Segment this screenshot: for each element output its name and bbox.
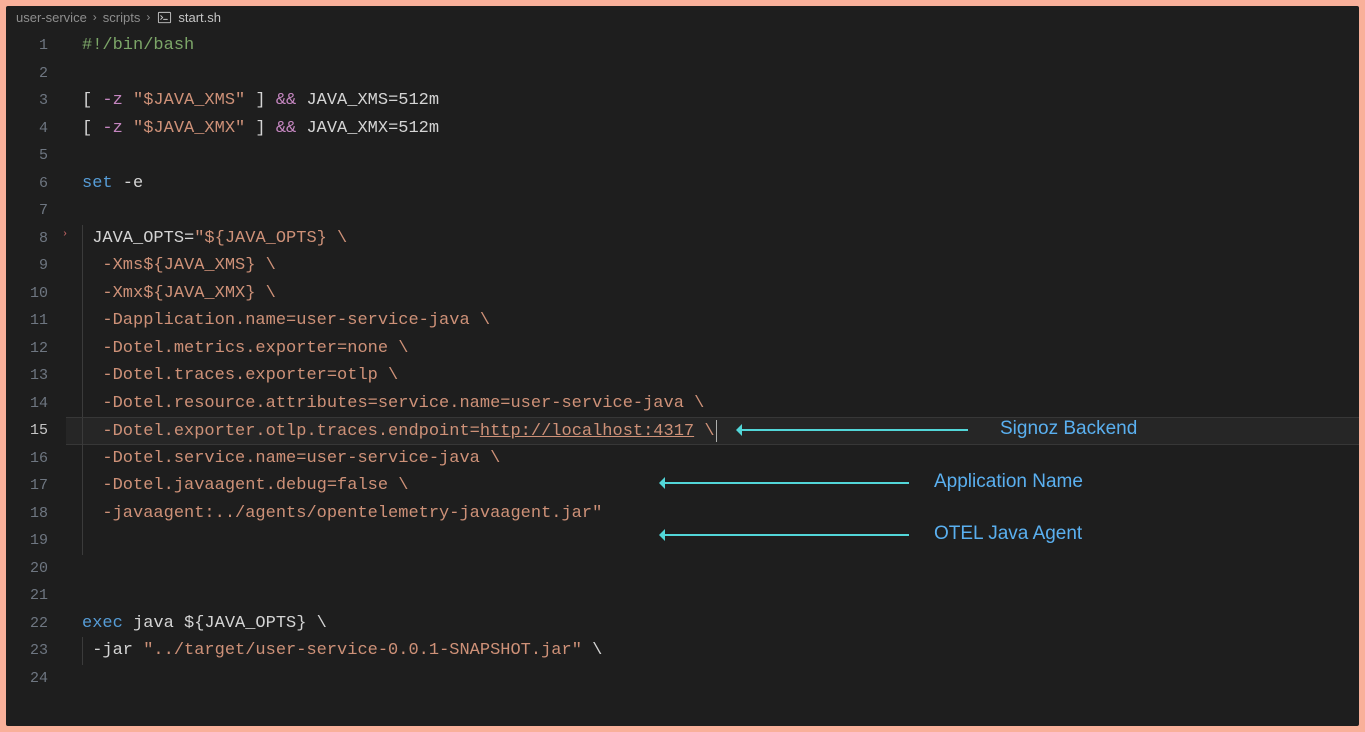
code-line[interactable]: -jar "../target/user-service-0.0.1-SNAPS…: [82, 637, 1359, 665]
code-token: -jar: [92, 641, 143, 660]
chevron-right-icon: ›: [146, 10, 150, 24]
code-line[interactable]: JAVA_OPTS="${JAVA_OPTS} \: [82, 225, 1359, 253]
line-number: 17: [6, 472, 48, 500]
breadcrumb-segment[interactable]: user-service: [16, 10, 87, 25]
line-number: 9: [6, 252, 48, 280]
code-token: ]: [245, 119, 276, 138]
code-token: -Dapplication.name=user-service-java \: [102, 311, 490, 330]
code-token: &&: [276, 91, 296, 110]
line-number: 22: [6, 610, 48, 638]
line-number: 24: [6, 665, 48, 693]
line-number: 15: [6, 417, 48, 445]
code-line[interactable]: -Dotel.traces.exporter=otlp \: [82, 362, 1359, 390]
code-line[interactable]: -Dapplication.name=user-service-java \: [82, 307, 1359, 335]
code-line[interactable]: [ -z "$JAVA_XMS" ] && JAVA_XMS=512m: [82, 87, 1359, 115]
code-line[interactable]: [82, 582, 1359, 610]
code-token: &&: [276, 119, 296, 138]
line-number: 7: [6, 197, 48, 225]
code-token: -Dotel.service.name=user-service-java \: [102, 449, 500, 468]
code-token: ]: [245, 91, 276, 110]
code-line[interactable]: #!/bin/bash: [82, 32, 1359, 60]
line-number: 5: [6, 142, 48, 170]
code-token: \: [694, 422, 714, 441]
code-token: JAVA_XMS=512m: [296, 91, 439, 110]
line-number: 11: [6, 307, 48, 335]
code-token: JAVA_XMX=512m: [296, 119, 439, 138]
code-area[interactable]: #!/bin/bash [ -z "$JAVA_XMS" ] && JAVA_XM…: [66, 28, 1359, 726]
code-line[interactable]: -Xms${JAVA_XMS} \: [82, 252, 1359, 280]
code-token: -z: [102, 119, 122, 138]
code-line[interactable]: [ -z "$JAVA_XMX" ] && JAVA_XMX=512m: [82, 115, 1359, 143]
code-line[interactable]: -Dotel.exporter.otlp.traces.endpoint=htt…: [66, 417, 1359, 445]
code-token: -Xmx${JAVA_XMX} \: [102, 284, 275, 303]
code-token: #!/bin/bash: [82, 36, 194, 55]
line-number: 12: [6, 335, 48, 363]
code-line[interactable]: -Dotel.metrics.exporter=none \: [82, 335, 1359, 363]
code-line[interactable]: set -e: [82, 170, 1359, 198]
code-line[interactable]: [82, 197, 1359, 225]
line-number: 19: [6, 527, 48, 555]
line-number: 18: [6, 500, 48, 528]
line-number: 20: [6, 555, 48, 583]
code-token: -Dotel.exporter.otlp.traces.endpoint=: [102, 422, 479, 441]
code-token: http://localhost:4317: [480, 422, 694, 441]
code-token: [: [82, 119, 102, 138]
code-line[interactable]: [82, 665, 1359, 693]
line-number: 1: [6, 32, 48, 60]
line-number-gutter: 123456789101112131415161718192021222324: [6, 28, 66, 726]
code-token: "$JAVA_XMX": [133, 119, 245, 138]
chevron-right-icon: ›: [93, 10, 97, 24]
line-number: 8: [6, 225, 48, 253]
code-token: -Dotel.metrics.exporter=none \: [102, 339, 408, 358]
code-token: -Dotel.resource.attributes=service.name=…: [102, 394, 704, 413]
code-editor[interactable]: › 12345678910111213141516171819202122232…: [6, 28, 1359, 726]
code-line[interactable]: -javaagent:../agents/opentelemetry-javaa…: [82, 500, 1359, 528]
breadcrumb[interactable]: user-service › scripts › start.sh: [6, 6, 1359, 28]
code-line[interactable]: [82, 527, 1359, 555]
code-token: JAVA_OPTS=: [92, 229, 194, 248]
code-token: [123, 119, 133, 138]
text-cursor: [716, 420, 717, 442]
code-line[interactable]: -Dotel.service.name=user-service-java \: [82, 445, 1359, 473]
code-token: "${JAVA_OPTS} \: [194, 229, 347, 248]
breadcrumb-file[interactable]: start.sh: [178, 10, 221, 25]
line-number: 2: [6, 60, 48, 88]
code-line[interactable]: -Dotel.javaagent.debug=false \: [82, 472, 1359, 500]
code-token: -e: [113, 174, 144, 193]
breadcrumb-segment[interactable]: scripts: [103, 10, 141, 25]
code-line[interactable]: -Dotel.resource.attributes=service.name=…: [82, 390, 1359, 418]
code-token: \: [582, 641, 602, 660]
code-token: "$JAVA_XMS": [133, 91, 245, 110]
code-line[interactable]: [82, 555, 1359, 583]
code-token: exec: [82, 614, 123, 633]
line-number: 14: [6, 390, 48, 418]
code-token: -z: [102, 91, 122, 110]
line-number: 16: [6, 445, 48, 473]
line-number: 21: [6, 582, 48, 610]
shell-file-icon: [156, 9, 172, 25]
code-token: -Xms${JAVA_XMS} \: [102, 256, 275, 275]
code-line[interactable]: [82, 142, 1359, 170]
line-number: 10: [6, 280, 48, 308]
line-number: 13: [6, 362, 48, 390]
editor-window: user-service › scripts › start.sh › 1234…: [6, 6, 1359, 726]
code-token: -Dotel.traces.exporter=otlp \: [102, 366, 398, 385]
line-number: 6: [6, 170, 48, 198]
line-number: 4: [6, 115, 48, 143]
code-token: -javaagent:../agents/opentelemetry-javaa…: [102, 504, 602, 523]
code-line[interactable]: exec java ${JAVA_OPTS} \: [82, 610, 1359, 638]
code-line[interactable]: [82, 60, 1359, 88]
code-token: -Dotel.javaagent.debug=false \: [102, 476, 408, 495]
line-number: 3: [6, 87, 48, 115]
code-line[interactable]: -Xmx${JAVA_XMX} \: [82, 280, 1359, 308]
code-token: "../target/user-service-0.0.1-SNAPSHOT.j…: [143, 641, 582, 660]
code-token: [123, 91, 133, 110]
line-number: 23: [6, 637, 48, 665]
code-token: set: [82, 174, 113, 193]
code-token: java ${JAVA_OPTS} \: [123, 614, 327, 633]
code-token: [: [82, 91, 102, 110]
